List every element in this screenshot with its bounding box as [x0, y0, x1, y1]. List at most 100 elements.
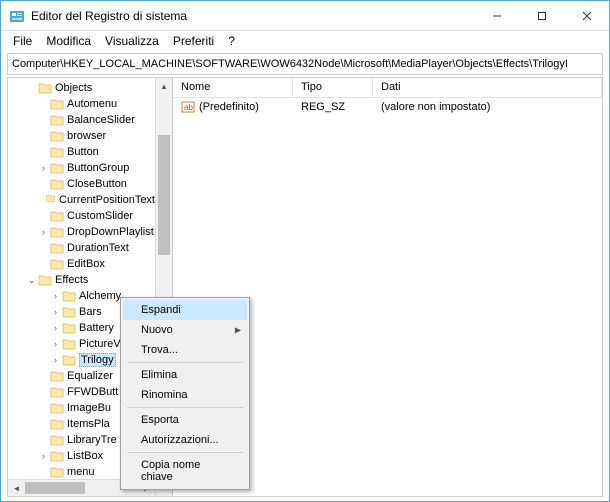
tree-item-editbox[interactable]: EditBox [8, 256, 155, 272]
ctx-copykey[interactable]: Copia nome chiave [123, 455, 247, 487]
scroll-thumb[interactable] [158, 135, 170, 255]
svg-text:ab: ab [184, 103, 193, 112]
tree-item-label: menu [67, 466, 95, 478]
menu-favorites[interactable]: Preferiti [167, 32, 220, 50]
expand-icon[interactable] [38, 403, 49, 414]
tree-item-label: CurrentPositionText [59, 194, 155, 206]
column-data[interactable]: Dati [373, 78, 602, 97]
tree-item-label: Alchemy [79, 290, 121, 302]
expand-icon[interactable]: › [50, 291, 61, 302]
tree-objects[interactable]: Objects [8, 80, 155, 96]
tree-item-balanceslider[interactable]: BalanceSlider [8, 112, 155, 128]
menu-edit[interactable]: Modifica [40, 32, 97, 50]
folder-icon [50, 466, 64, 478]
tree-item-label: CustomSlider [67, 210, 133, 222]
scroll-thumb-h[interactable] [25, 482, 85, 494]
tree-item-buttongroup[interactable]: › ButtonGroup [8, 160, 155, 176]
maximize-button[interactable] [519, 1, 564, 30]
tree-item-label: ListBox [67, 450, 103, 462]
scroll-left-icon[interactable]: ◄ [8, 480, 25, 496]
menu-file[interactable]: File [7, 32, 38, 50]
tree-item-label: LibraryTre [67, 434, 117, 446]
ctx-rename[interactable]: Rinomina [123, 385, 247, 405]
tree-item-closebutton[interactable]: CloseButton [8, 176, 155, 192]
expand-icon[interactable] [38, 419, 49, 430]
address-path: Computer\HKEY_LOCAL_MACHINE\SOFTWARE\WOW… [12, 58, 568, 70]
expand-icon[interactable] [26, 83, 37, 94]
ctx-separator [127, 452, 243, 453]
tree-item-label: Battery [79, 322, 114, 334]
tree-item-label: browser [67, 130, 106, 142]
value-type: REG_SZ [293, 101, 373, 113]
column-type[interactable]: Tipo [293, 78, 373, 97]
scroll-up-icon[interactable]: ▲ [156, 78, 172, 95]
ctx-export[interactable]: Esporta [123, 410, 247, 430]
window-title: Editor del Registro di sistema [31, 9, 474, 23]
minimize-button[interactable] [474, 1, 519, 30]
ctx-expand[interactable]: Espandi [123, 300, 247, 320]
tree-item-label: Objects [55, 82, 92, 94]
expand-icon[interactable]: ⌄ [26, 275, 37, 286]
tree-item-dropdownplaylist[interactable]: › DropDownPlaylist [8, 224, 155, 240]
tree-item-label: EditBox [67, 258, 105, 270]
tree-item-label: Button [67, 146, 99, 158]
folder-icon [62, 306, 76, 318]
folder-icon [50, 226, 64, 238]
ctx-separator [127, 407, 243, 408]
expand-icon[interactable] [38, 147, 49, 158]
value-name: (Predefinito) [199, 101, 259, 113]
tree-item-label: Equalizer [67, 370, 113, 382]
tree-item-customslider[interactable]: CustomSlider [8, 208, 155, 224]
titlebar: Editor del Registro di sistema [1, 1, 609, 31]
menu-view[interactable]: Visualizza [99, 32, 165, 50]
ctx-delete[interactable]: Elimina [123, 365, 247, 385]
tree-item-label: DurationText [67, 242, 129, 254]
expand-icon[interactable] [38, 99, 49, 110]
value-row[interactable]: ab (Predefinito) REG_SZ (valore non impo… [173, 98, 602, 116]
folder-icon [50, 162, 64, 174]
string-value-icon: ab [181, 100, 195, 114]
expand-icon[interactable] [38, 435, 49, 446]
address-bar[interactable]: Computer\HKEY_LOCAL_MACHINE\SOFTWARE\WOW… [7, 53, 603, 75]
folder-icon [62, 290, 76, 302]
menu-help[interactable]: ? [222, 32, 241, 50]
tree-item-currentpositiontext[interactable]: CurrentPositionText [8, 192, 155, 208]
tree-item-automenu[interactable]: Automenu [8, 96, 155, 112]
expand-icon[interactable] [38, 195, 45, 206]
expand-icon[interactable] [38, 243, 49, 254]
expand-icon[interactable] [38, 115, 49, 126]
tree-item-browser[interactable]: browser [8, 128, 155, 144]
tree-item-durationtext[interactable]: DurationText [8, 240, 155, 256]
tree-item-label: Automenu [67, 98, 117, 110]
tree-item-label: ItemsPla [67, 418, 110, 430]
column-name[interactable]: Nome [173, 78, 293, 97]
folder-icon [38, 82, 52, 94]
ctx-new[interactable]: Nuovo▶ [123, 320, 247, 340]
expand-icon[interactable] [38, 131, 49, 142]
window-controls [474, 1, 609, 30]
folder-icon [50, 178, 64, 190]
expand-icon[interactable] [38, 467, 49, 478]
expand-icon[interactable]: › [38, 163, 49, 174]
expand-icon[interactable]: › [38, 227, 49, 238]
expand-icon[interactable] [38, 211, 49, 222]
expand-icon[interactable] [38, 387, 49, 398]
tree-item-label: ImageBu [67, 402, 111, 414]
close-button[interactable] [564, 1, 609, 30]
expand-icon[interactable]: › [50, 339, 61, 350]
expand-icon[interactable] [38, 179, 49, 190]
expand-icon[interactable]: › [38, 451, 49, 462]
expand-icon[interactable] [38, 259, 49, 270]
expand-icon[interactable]: › [50, 355, 61, 366]
folder-icon [50, 130, 64, 142]
ctx-find[interactable]: Trova... [123, 340, 247, 360]
expand-icon[interactable] [38, 371, 49, 382]
tree-item-button[interactable]: Button [8, 144, 155, 160]
expand-icon[interactable]: › [50, 307, 61, 318]
tree-effects[interactable]: ⌄ Effects [8, 272, 155, 288]
expand-icon[interactable]: › [50, 323, 61, 334]
tree-item-label: DropDownPlaylist [67, 226, 154, 238]
folder-icon [50, 402, 64, 414]
values-header: Nome Tipo Dati [173, 78, 602, 98]
ctx-permissions[interactable]: Autorizzazioni... [123, 430, 247, 450]
